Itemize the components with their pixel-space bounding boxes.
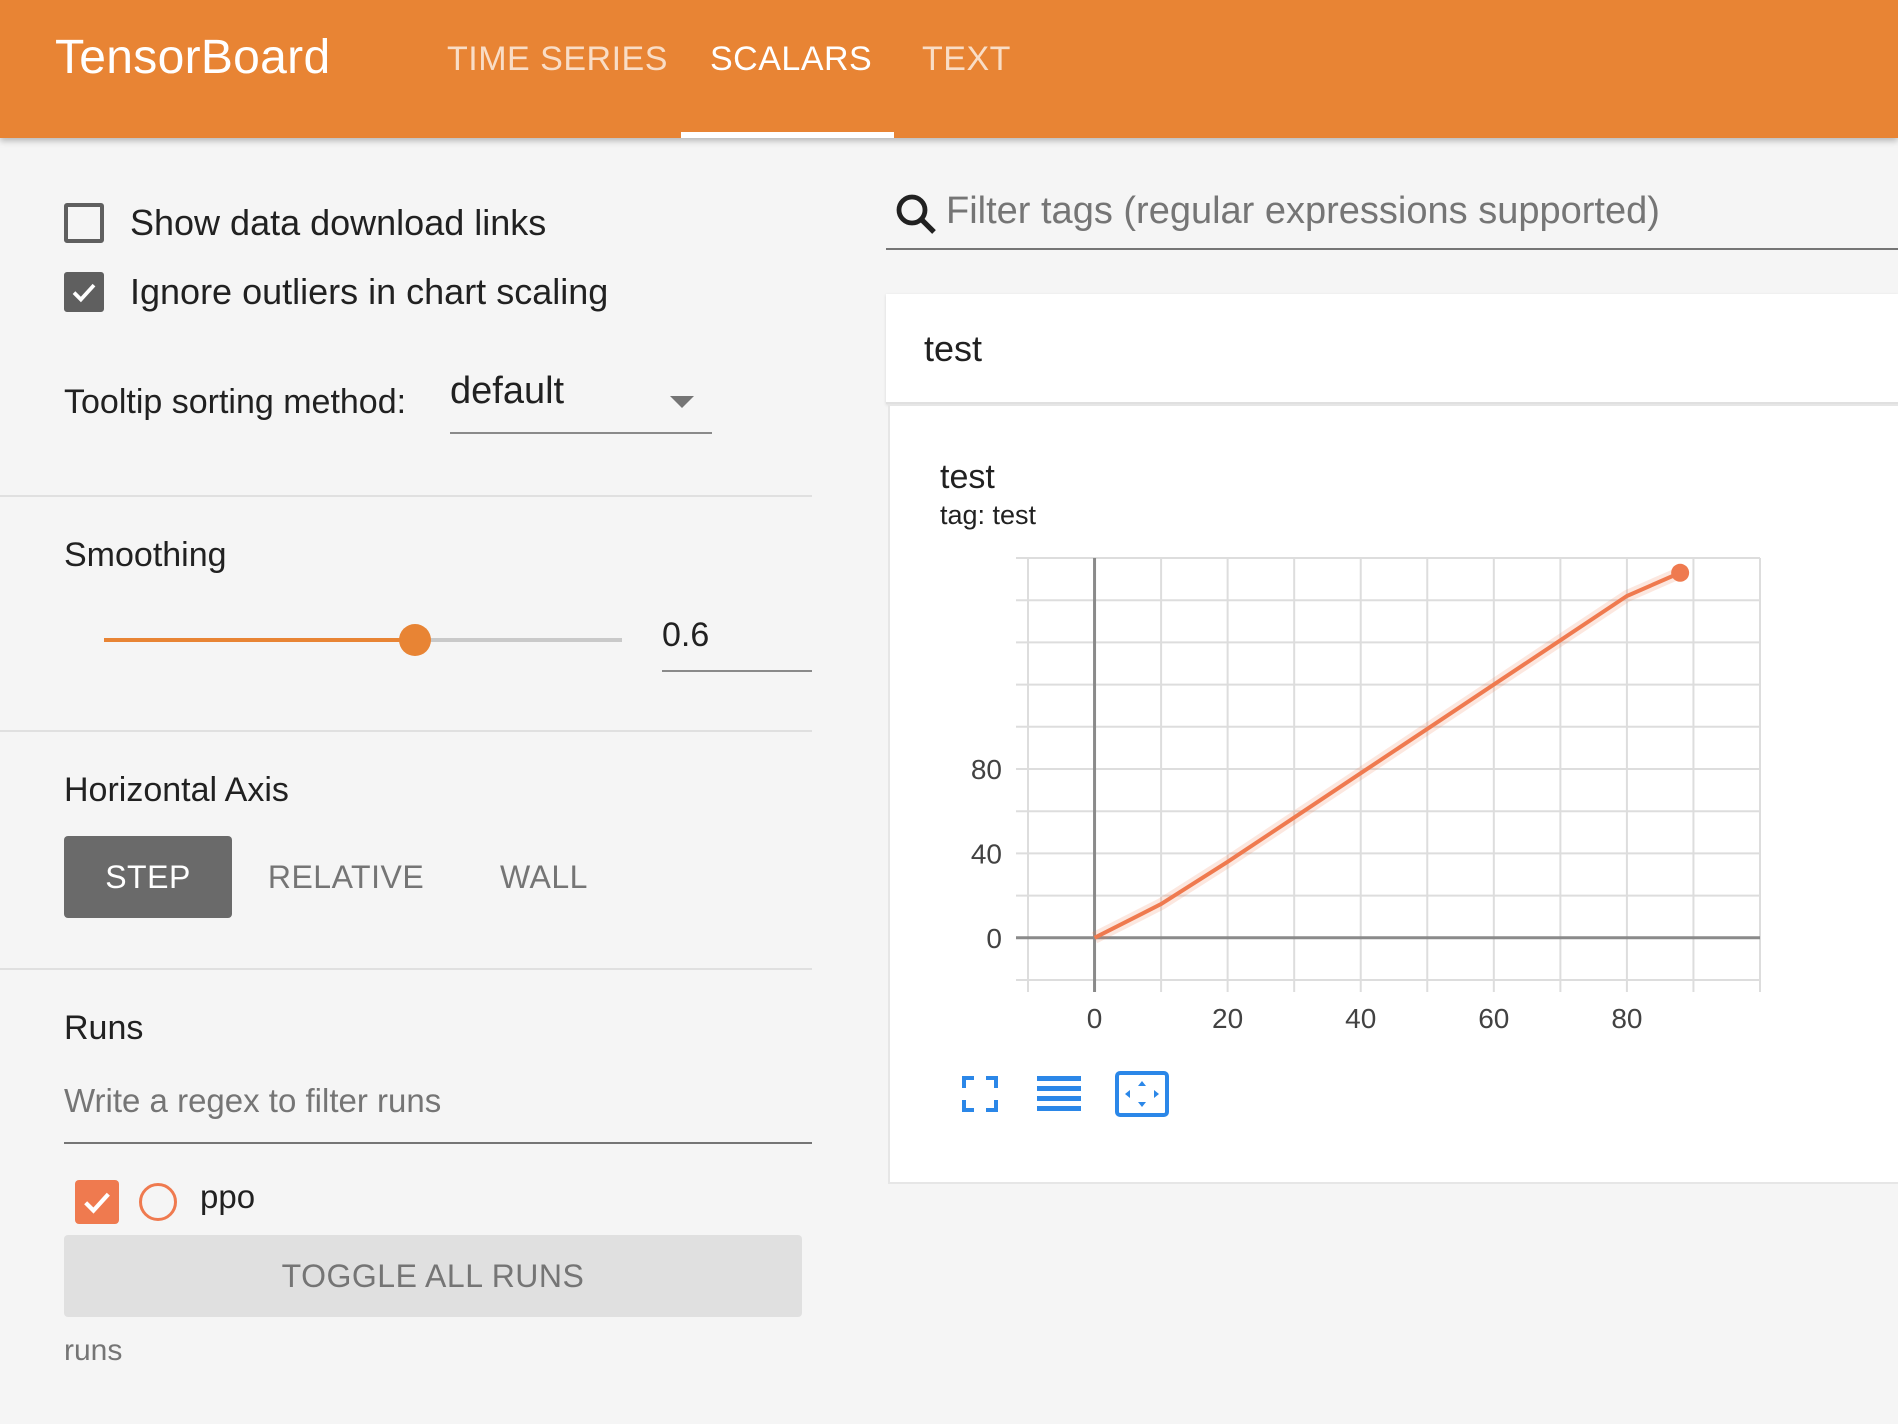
horizontal-axis-title: Horizontal Axis [64, 771, 289, 809]
fullscreen-icon[interactable] [960, 1074, 1000, 1114]
series-last-point[interactable] [1671, 563, 1690, 582]
run-ppo-checkbox[interactable] [75, 1180, 119, 1224]
checkmark-icon [84, 1192, 110, 1214]
top-app-bar: TensorBoard TIME SERIES SCALARS TEXT [0, 0, 1898, 138]
tab-scalars[interactable]: SCALARS [710, 40, 872, 79]
tag-group-header[interactable]: test [886, 294, 1898, 404]
chevron-down-icon [670, 396, 694, 408]
tag-group-title: test [924, 328, 983, 369]
sidebar: Show data download links Ignore outliers… [0, 138, 812, 1424]
tab-time-series[interactable]: TIME SERIES [447, 40, 668, 79]
runs-footer-label: runs [64, 1334, 123, 1367]
tooltip-sorting-label: Tooltip sorting method: [64, 383, 407, 421]
smoothing-value-input[interactable]: 0.6 [662, 616, 812, 672]
smoothing-slider[interactable] [104, 624, 622, 656]
tab-text[interactable]: TEXT [922, 40, 1011, 79]
toggle-all-runs-button[interactable]: TOGGLE ALL RUNS [64, 1235, 802, 1317]
toggle-y-log-icon[interactable] [1036, 1074, 1082, 1114]
checkmark-icon [72, 283, 96, 303]
x-tick-label: 0 [1087, 1003, 1103, 1034]
x-tick-label: 20 [1212, 1003, 1243, 1034]
runs-title: Runs [64, 1009, 144, 1047]
tag-filter-placeholder: Filter tags (regular expressions support… [946, 190, 1660, 232]
search-icon [896, 194, 936, 234]
tooltip-sorting-select[interactable]: default [450, 370, 712, 434]
run-ppo-color-radio[interactable] [139, 1183, 177, 1221]
y-tick-label: 80 [971, 754, 1002, 785]
run-ppo-label: ppo [200, 1178, 256, 1215]
line-chart[interactable]: 0 20 40 60 80 0 40 80 [890, 406, 1898, 1106]
smoothing-title: Smoothing [64, 536, 227, 574]
smoothing-slider-handle[interactable] [398, 624, 431, 656]
series-line-ppo[interactable] [1093, 570, 1681, 940]
divider [0, 730, 812, 732]
divider [0, 968, 812, 970]
smoothing-slider-fill [104, 638, 415, 642]
axis-relative-button[interactable]: RELATIVE [262, 836, 430, 918]
ignore-outliers-checkbox[interactable] [64, 272, 104, 312]
tag-filter-input[interactable]: Filter tags (regular expressions support… [886, 186, 1898, 250]
fit-domain-icon[interactable] [1114, 1070, 1170, 1118]
divider [0, 495, 812, 497]
ignore-outliers-label: Ignore outliers in chart scaling [130, 271, 609, 312]
axis-step-button[interactable]: STEP [64, 836, 232, 918]
x-tick-label: 40 [1345, 1003, 1376, 1034]
show-download-links-option[interactable]: Show data download links [64, 202, 546, 244]
x-tick-label: 80 [1611, 1003, 1642, 1034]
runs-filter-input[interactable]: Write a regex to filter runs [64, 1082, 812, 1144]
scalar-chart-card: test tag: test 0 20 40 60 80 0 40 80 [888, 404, 1898, 1184]
x-tick-label: 60 [1478, 1003, 1509, 1034]
y-tick-label: 0 [986, 923, 1002, 954]
show-download-links-checkbox[interactable] [64, 203, 104, 243]
ignore-outliers-option[interactable]: Ignore outliers in chart scaling [64, 271, 608, 313]
axis-wall-button[interactable]: WALL [460, 836, 628, 918]
show-download-links-label: Show data download links [130, 202, 547, 243]
active-tab-indicator [681, 132, 894, 138]
tooltip-sorting-value: default [450, 370, 565, 412]
y-tick-label: 40 [971, 838, 1002, 869]
app-brand: TensorBoard [55, 31, 331, 84]
